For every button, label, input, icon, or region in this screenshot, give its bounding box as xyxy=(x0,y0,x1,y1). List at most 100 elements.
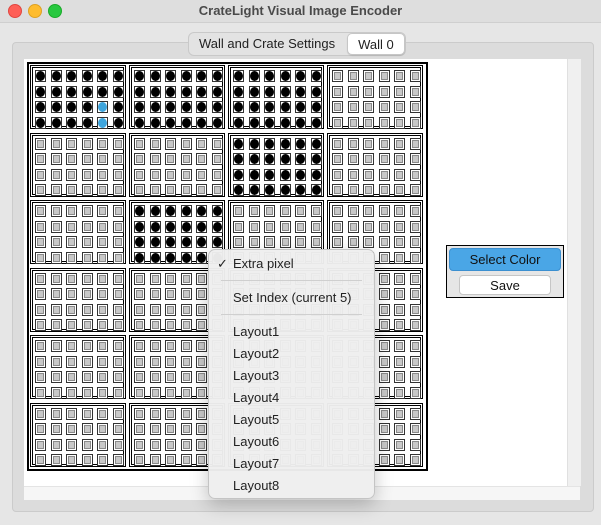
crate-pixel[interactable] xyxy=(97,153,108,165)
menu-item-layout5[interactable]: Layout5 xyxy=(209,410,374,430)
crate-pixel[interactable] xyxy=(180,355,192,368)
crate-pixel[interactable] xyxy=(363,236,374,248)
crate-pixel[interactable] xyxy=(196,251,207,264)
crate-pixel[interactable] xyxy=(66,386,77,399)
crate-pixel[interactable] xyxy=(332,70,343,82)
crate-pixel[interactable] xyxy=(180,272,192,285)
crate-pixel[interactable] xyxy=(363,184,374,196)
crate-pixel[interactable] xyxy=(310,168,322,181)
crate-pixel[interactable] xyxy=(66,438,77,451)
crate-pixel[interactable] xyxy=(149,70,161,82)
crate-pixel[interactable] xyxy=(81,184,93,196)
crate-pixel[interactable] xyxy=(50,101,62,113)
crate-pixel[interactable] xyxy=(149,340,161,352)
crate-pixel[interactable] xyxy=(211,70,223,82)
crate-pixel[interactable] xyxy=(165,184,176,196)
menu-item-set-index-current-5[interactable]: Set Index (current 5) xyxy=(209,288,374,308)
crate-pixel[interactable] xyxy=(378,319,390,331)
crate[interactable] xyxy=(30,132,126,197)
crate[interactable] xyxy=(30,402,126,467)
crate-pixel[interactable] xyxy=(134,438,145,451)
crate-pixel[interactable] xyxy=(81,101,93,113)
crate[interactable] xyxy=(327,65,423,129)
crate[interactable] xyxy=(327,132,423,197)
crate-pixel[interactable] xyxy=(248,85,260,98)
crate-pixel[interactable] xyxy=(233,220,244,233)
crate-pixel[interactable] xyxy=(35,340,46,352)
crate-pixel[interactable] xyxy=(196,220,207,233)
crate-pixel[interactable] xyxy=(35,355,46,368)
crate-pixel[interactable] xyxy=(35,184,46,196)
crate-pixel[interactable] xyxy=(149,407,161,420)
crate-pixel[interactable] xyxy=(196,355,207,368)
crate-pixel[interactable] xyxy=(248,153,260,165)
crate-pixel[interactable] xyxy=(81,116,93,129)
crate-pixel[interactable] xyxy=(233,116,244,129)
crate-pixel[interactable] xyxy=(180,251,192,264)
crate-pixel[interactable] xyxy=(279,70,291,82)
crate-pixel[interactable] xyxy=(81,272,93,285)
crate-pixel[interactable] xyxy=(332,205,343,217)
crate-pixel[interactable] xyxy=(394,319,405,331)
menu-item-layout7[interactable]: Layout7 xyxy=(209,454,374,474)
crate-pixel[interactable] xyxy=(409,251,421,264)
crate-pixel[interactable] xyxy=(112,236,124,248)
crate-pixel[interactable] xyxy=(165,251,176,264)
crate-pixel[interactable] xyxy=(180,153,192,165)
crate-pixel[interactable] xyxy=(149,272,161,285)
crate-pixel[interactable] xyxy=(180,303,192,316)
crate-pixel[interactable] xyxy=(50,303,62,316)
crate-pixel[interactable] xyxy=(35,319,46,331)
crate-pixel[interactable] xyxy=(180,70,192,82)
crate-pixel[interactable] xyxy=(112,438,124,451)
crate-pixel[interactable] xyxy=(347,101,359,113)
crate-pixel[interactable] xyxy=(409,184,421,196)
crate-pixel[interactable] xyxy=(50,137,62,150)
crate-pixel[interactable] xyxy=(295,85,306,98)
crate-pixel[interactable] xyxy=(50,288,62,300)
crate-pixel[interactable] xyxy=(149,184,161,196)
crate-pixel[interactable] xyxy=(347,85,359,98)
crate-pixel[interactable] xyxy=(35,153,46,165)
crate-pixel[interactable] xyxy=(35,272,46,285)
crate-pixel[interactable] xyxy=(97,423,108,435)
crate-pixel[interactable] xyxy=(378,407,390,420)
vertical-scrollbar[interactable] xyxy=(567,59,581,486)
crate-pixel[interactable] xyxy=(196,70,207,82)
crate-pixel[interactable] xyxy=(310,153,322,165)
crate-pixel[interactable] xyxy=(394,168,405,181)
crate-pixel[interactable] xyxy=(279,205,291,217)
crate-pixel[interactable] xyxy=(264,116,275,129)
crate-pixel[interactable] xyxy=(50,70,62,82)
crate-pixel[interactable] xyxy=(233,236,244,248)
crate-pixel[interactable] xyxy=(409,438,421,451)
crate-pixel[interactable] xyxy=(211,220,223,233)
crate-pixel[interactable] xyxy=(378,116,390,129)
crate-pixel[interactable] xyxy=(97,236,108,248)
crate-pixel[interactable] xyxy=(35,236,46,248)
crate-pixel[interactable] xyxy=(378,272,390,285)
crate-pixel[interactable] xyxy=(180,168,192,181)
crate-pixel[interactable] xyxy=(66,116,77,129)
crate-pixel[interactable] xyxy=(409,355,421,368)
crate-pixel[interactable] xyxy=(295,153,306,165)
crate-pixel[interactable] xyxy=(149,303,161,316)
crate-pixel[interactable] xyxy=(35,423,46,435)
crate-pixel[interactable] xyxy=(66,288,77,300)
crate-pixel[interactable] xyxy=(264,168,275,181)
crate-pixel[interactable] xyxy=(50,236,62,248)
crate-pixel[interactable] xyxy=(310,70,322,82)
crate-pixel[interactable] xyxy=(97,371,108,383)
crate-pixel[interactable] xyxy=(196,137,207,150)
crate-pixel[interactable] xyxy=(409,386,421,399)
crate-pixel[interactable] xyxy=(378,70,390,82)
save-button[interactable]: Save xyxy=(459,275,551,295)
crate-pixel[interactable] xyxy=(394,220,405,233)
crate-pixel[interactable] xyxy=(165,137,176,150)
crate-pixel[interactable] xyxy=(394,184,405,196)
crate-pixel[interactable] xyxy=(279,153,291,165)
crate-pixel[interactable] xyxy=(66,101,77,113)
crate-pixel[interactable] xyxy=(248,168,260,181)
crate-pixel[interactable] xyxy=(50,272,62,285)
crate-pixel[interactable] xyxy=(66,423,77,435)
